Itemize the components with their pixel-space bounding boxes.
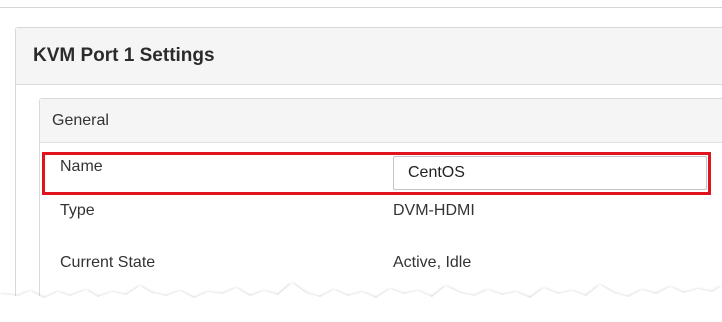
top-divider [0,7,722,8]
name-input[interactable] [393,156,707,190]
panel-title: KVM Port 1 Settings [33,45,215,66]
current-state-value: Active, Idle [393,254,472,271]
type-label: Type [60,202,95,219]
general-section-header: General [40,99,722,143]
name-label: Name [60,158,103,175]
type-value: DVM-HDMI [393,202,475,219]
torn-edge-decoration [0,283,722,322]
type-row: Type DVM-HDMI [40,194,722,240]
current-state-label: Current State [60,254,156,271]
general-section-title: General [52,111,109,129]
name-row: Name [40,145,722,195]
panel-header: KVM Port 1 Settings [16,28,722,85]
